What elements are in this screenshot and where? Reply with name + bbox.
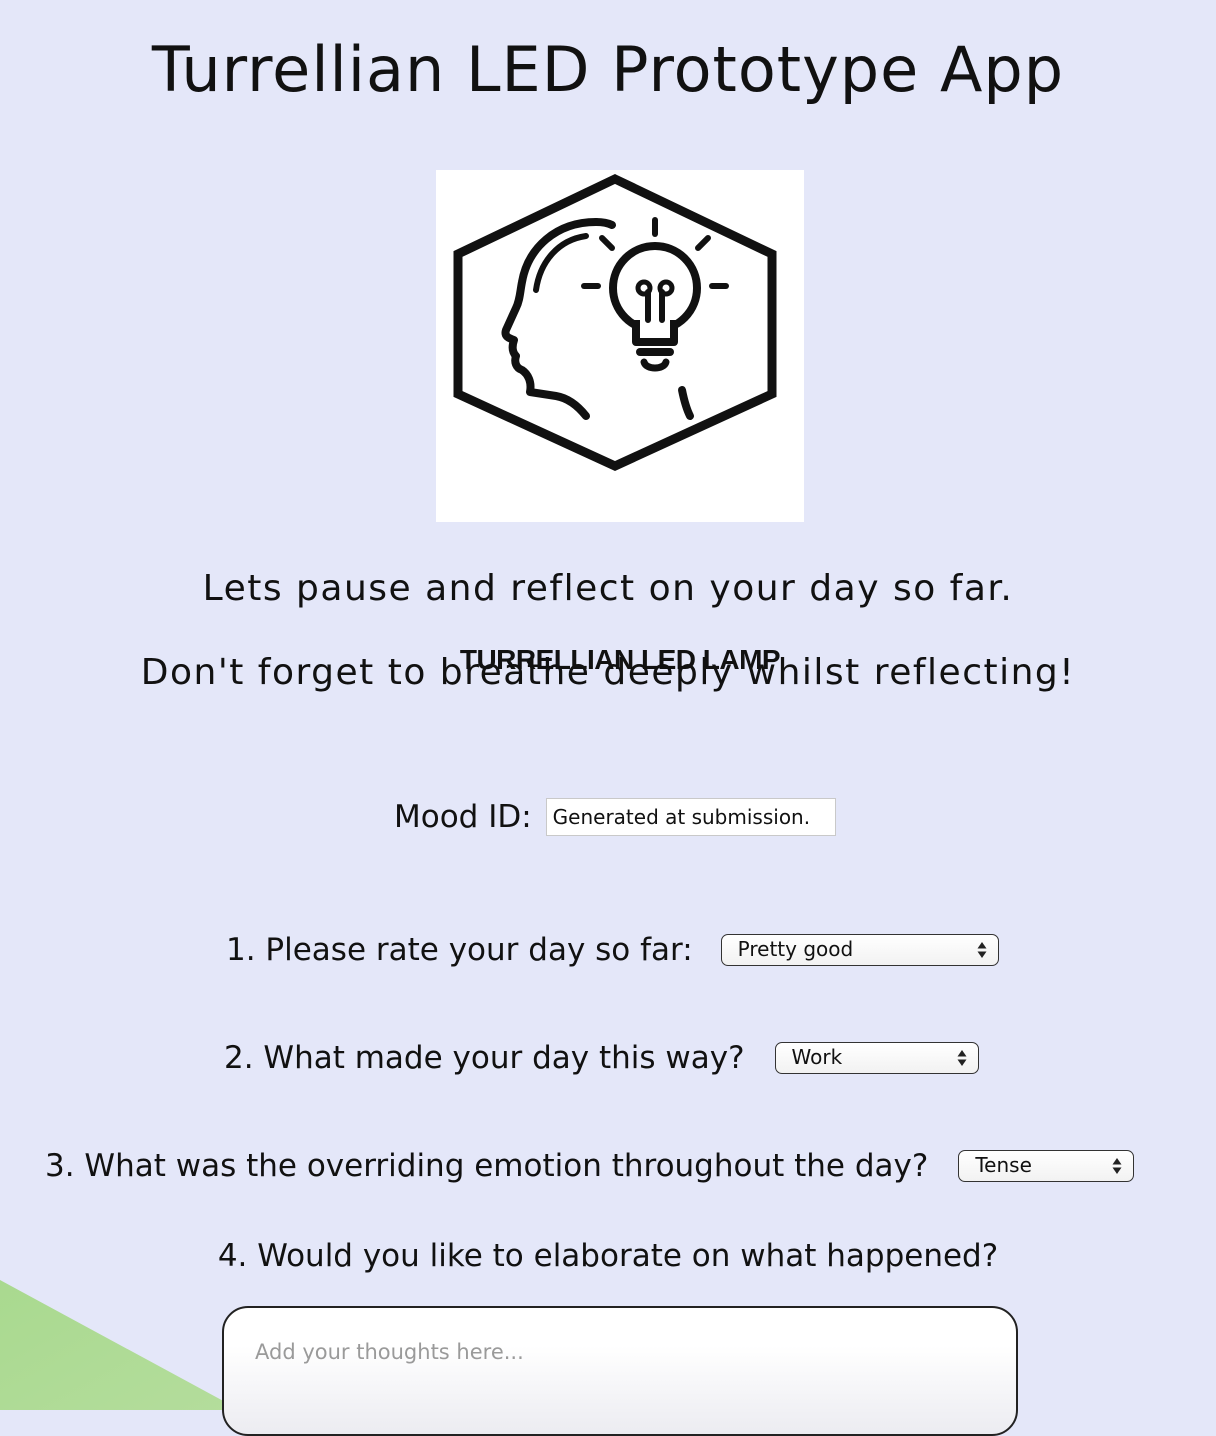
lamp-logo: TURRELLIAN LED LAMP	[436, 170, 804, 675]
mood-id-field[interactable]	[545, 798, 836, 836]
emotion-select[interactable]: Tense	[958, 1150, 1135, 1182]
emotion-value: Tense	[975, 1153, 1032, 1177]
thoughts-textarea[interactable]	[222, 1306, 1018, 1436]
head-lightbulb-hexagon-icon	[453, 174, 777, 471]
mood-id-row: Mood ID:	[394, 796, 836, 838]
question-2-row: 2. What made your day this way? Work	[224, 1036, 979, 1080]
mood-id-label: Mood ID:	[394, 799, 532, 835]
day-cause-value: Work	[791, 1045, 843, 1069]
updown-arrows-icon	[977, 942, 987, 958]
question-2-label: 2. What made your day this way?	[224, 1040, 745, 1076]
day-rating-select[interactable]: Pretty good	[720, 934, 999, 966]
intro-line-1: Lets pause and reflect on your day so fa…	[202, 568, 1014, 609]
intro-line-2: Don't forget to breathe deeply whilst re…	[140, 652, 1076, 693]
decorative-green-shape	[0, 1280, 240, 1410]
page-title: Turrellian LED Prototype App	[151, 33, 1065, 106]
question-3-label: 3. What was the overriding emotion throu…	[45, 1148, 929, 1184]
day-rating-value: Pretty good	[737, 937, 854, 961]
updown-arrows-icon	[957, 1050, 967, 1066]
updown-arrows-icon	[1112, 1158, 1122, 1174]
day-cause-select[interactable]: Work	[774, 1042, 979, 1074]
question-1-row: 1. Please rate your day so far: Pretty g…	[226, 928, 999, 972]
question-3-row: 3. What was the overriding emotion throu…	[45, 1144, 1135, 1188]
question-4-label: 4. Would you like to elaborate on what h…	[217, 1238, 999, 1274]
question-1-label: 1. Please rate your day so far:	[226, 932, 693, 968]
